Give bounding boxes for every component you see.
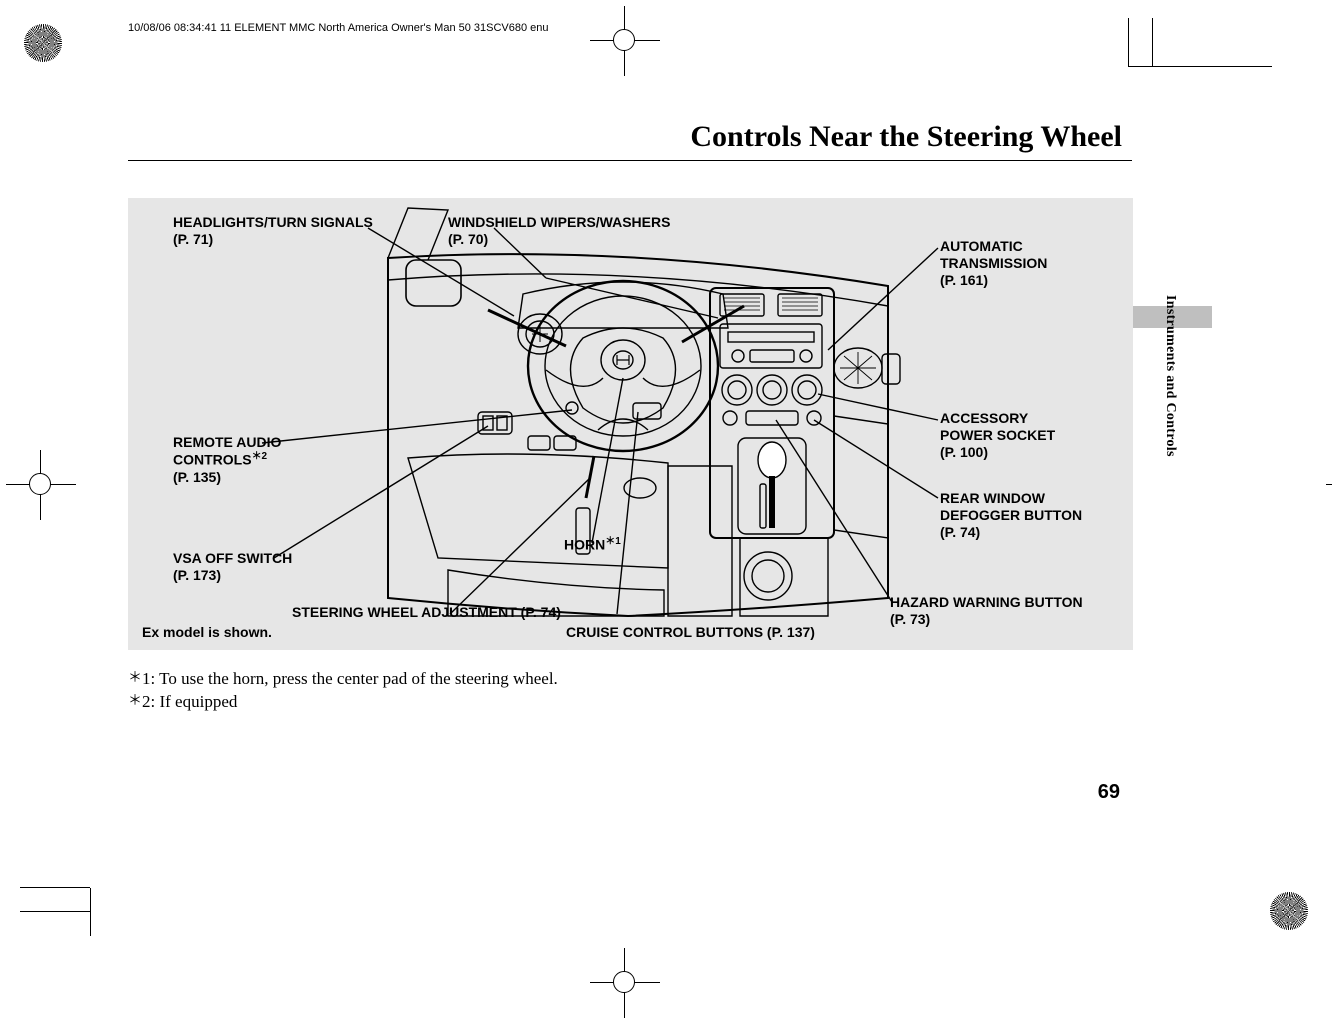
footnote-text: 1: To use the horn, press the center pad…	[142, 669, 558, 688]
printer-rosette-icon	[1270, 892, 1308, 930]
callout-page-ref: (P. 71)	[173, 231, 213, 247]
callout-headlights: HEADLIGHTS/TURN SIGNALS (P. 71)	[173, 214, 373, 248]
callout-page-ref: (P. 135)	[173, 469, 221, 485]
callout-horn: HORN＊1	[564, 536, 621, 554]
callout-page-ref: (P. 100)	[940, 444, 988, 460]
callout-text: HORN	[564, 537, 605, 553]
section-tab-label: Instruments and Controls	[1162, 295, 1178, 457]
page-number: 69	[1098, 781, 1120, 804]
callout-text: POWER SOCKET	[940, 427, 1055, 443]
crop-mark	[1128, 66, 1272, 67]
page-title: Controls Near the Steering Wheel	[690, 120, 1122, 154]
callout-text: TRANSMISSION	[940, 255, 1047, 271]
callout-accessory-socket: ACCESSORY POWER SOCKET (P. 100)	[940, 410, 1055, 461]
crop-mark	[1128, 18, 1129, 66]
callout-superscript: ＊2	[252, 451, 268, 462]
callout-text: CONTROLS	[173, 452, 252, 468]
asterisk-icon: ＊	[128, 668, 142, 687]
callout-superscript: ＊1	[605, 536, 621, 547]
title-rule	[128, 160, 1132, 161]
dashboard-diagram: HEADLIGHTS/TURN SIGNALS (P. 71) WINDSHIE…	[128, 198, 1133, 650]
callout-page-ref: (P. 74)	[940, 524, 980, 540]
print-metadata: 10/08/06 08:34:41 11 ELEMENT MMC North A…	[128, 22, 549, 34]
callout-page-ref: (P. 173)	[173, 567, 221, 583]
crop-mark	[20, 887, 90, 888]
footnotes: ＊1: To use the horn, press the center pa…	[128, 668, 558, 714]
callout-steering-adjustment: STEERING WHEEL ADJUSTMENT (P. 74)	[292, 604, 561, 621]
callout-text: AUTOMATIC	[940, 238, 1023, 254]
footnote-2: ＊2: If equipped	[128, 691, 558, 714]
callout-text: DEFOGGER BUTTON	[940, 507, 1082, 523]
callout-text: WINDSHIELD WIPERS/WASHERS	[448, 214, 670, 230]
callout-wipers: WINDSHIELD WIPERS/WASHERS (P. 70)	[448, 214, 670, 248]
callout-text: HEADLIGHTS/TURN SIGNALS	[173, 214, 373, 230]
diagram-note: Ex model is shown.	[142, 624, 272, 640]
asterisk-icon: ＊	[128, 691, 142, 710]
callout-text: REAR WINDOW	[940, 490, 1045, 506]
callout-rear-defogger: REAR WINDOW DEFOGGER BUTTON (P. 74)	[940, 490, 1082, 541]
footnote-text: 2: If equipped	[142, 692, 237, 711]
footnote-1: ＊1: To use the horn, press the center pa…	[128, 668, 558, 691]
crop-mark	[20, 911, 90, 912]
callout-text: HAZARD WARNING BUTTON	[890, 594, 1083, 610]
callout-page-ref: (P. 161)	[940, 272, 988, 288]
callout-cruise-control: CRUISE CONTROL BUTTONS (P. 137)	[566, 624, 815, 640]
callout-hazard: HAZARD WARNING BUTTON (P. 73)	[890, 594, 1083, 628]
callout-text: ACCESSORY	[940, 410, 1028, 426]
callout-page-ref: (P. 70)	[448, 231, 488, 247]
callout-page-ref: (P. 73)	[890, 611, 930, 627]
callout-text: VSA OFF SWITCH	[173, 550, 292, 566]
callout-text: REMOTE AUDIO	[173, 434, 281, 450]
callout-vsa-off: VSA OFF SWITCH (P. 173)	[173, 550, 292, 584]
crop-mark	[90, 888, 91, 936]
callout-auto-transmission: AUTOMATIC TRANSMISSION (P. 161)	[940, 238, 1047, 289]
callout-text: STEERING WHEEL ADJUSTMENT (P. 74)	[292, 604, 561, 620]
callout-remote-audio: REMOTE AUDIO CONTROLS＊2 (P. 135)	[173, 434, 281, 486]
crop-mark	[1152, 18, 1153, 66]
printer-rosette-icon	[24, 24, 62, 62]
